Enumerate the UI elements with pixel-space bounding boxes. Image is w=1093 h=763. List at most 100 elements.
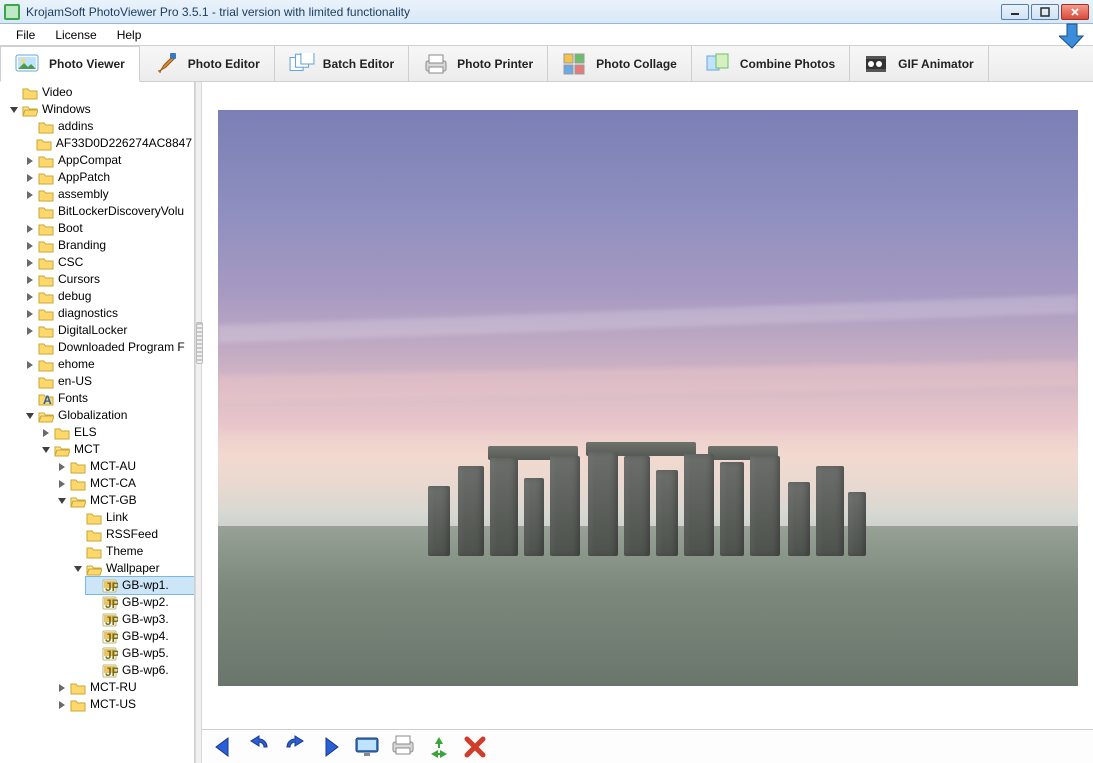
recycle-button[interactable] bbox=[426, 734, 452, 760]
tree-item[interactable]: MCT-RU bbox=[54, 679, 194, 696]
splitter[interactable] bbox=[195, 82, 202, 763]
collapse-icon[interactable] bbox=[40, 444, 52, 456]
tree-item[interactable]: Fonts bbox=[22, 390, 194, 407]
tree-item-mct[interactable]: MCT bbox=[38, 441, 194, 458]
folder-open-icon bbox=[54, 443, 70, 457]
tab-combine-photos[interactable]: Combine Photos bbox=[692, 46, 850, 81]
expand-icon[interactable] bbox=[56, 461, 68, 473]
folder-icon bbox=[70, 477, 86, 491]
maximize-button[interactable] bbox=[1031, 4, 1059, 20]
collapse-icon[interactable] bbox=[24, 410, 36, 422]
folder-icon bbox=[70, 681, 86, 695]
tab-photo-viewer[interactable]: Photo Viewer bbox=[0, 46, 140, 82]
folder-icon bbox=[86, 511, 102, 525]
prev-button[interactable] bbox=[210, 734, 236, 760]
tab-photo-printer[interactable]: Photo Printer bbox=[409, 46, 548, 81]
tab-batch-editor[interactable]: Batch Editor bbox=[275, 46, 409, 81]
folder-icon bbox=[54, 426, 70, 440]
tree-file[interactable]: GB-wp2. bbox=[86, 594, 194, 611]
tree-item[interactable]: AppPatch bbox=[22, 169, 194, 186]
expand-icon[interactable] bbox=[24, 291, 36, 303]
tree-item[interactable]: Downloaded Program F bbox=[22, 339, 194, 356]
tree-file[interactable]: GB-wp4. bbox=[86, 628, 194, 645]
print-button[interactable] bbox=[390, 734, 416, 760]
folder-open-icon bbox=[70, 494, 86, 508]
folder-icon bbox=[38, 358, 54, 372]
tree-item[interactable]: MCT-US bbox=[54, 696, 194, 713]
tree-file[interactable]: GB-wp3. bbox=[86, 611, 194, 628]
expand-icon[interactable] bbox=[24, 325, 36, 337]
tree-item[interactable]: MCT-AU bbox=[54, 458, 194, 475]
tree-item[interactable]: DigitalLocker bbox=[22, 322, 194, 339]
image-viewport[interactable] bbox=[202, 82, 1093, 729]
tree-item[interactable]: MCT-CA bbox=[54, 475, 194, 492]
tree-item-windows[interactable]: Windows bbox=[6, 101, 194, 118]
tree-item[interactable]: addins bbox=[22, 118, 194, 135]
tree-label: GB-wp5. bbox=[120, 645, 169, 662]
jpg-icon bbox=[102, 613, 118, 627]
expand-icon[interactable] bbox=[24, 240, 36, 252]
tree-item[interactable]: RSSFeed bbox=[70, 526, 194, 543]
tree-item-wallpaper[interactable]: Wallpaper bbox=[70, 560, 194, 577]
tab-gif-animator[interactable]: GIF Animator bbox=[850, 46, 989, 81]
tree-item[interactable]: assembly bbox=[22, 186, 194, 203]
tree-item[interactable]: ehome bbox=[22, 356, 194, 373]
delete-button[interactable] bbox=[462, 734, 488, 760]
rotate-right-button[interactable] bbox=[282, 734, 308, 760]
tree-item[interactable]: AF33D0D226274AC8847 bbox=[22, 135, 194, 152]
tree-label: MCT-GB bbox=[88, 492, 137, 509]
tree-item[interactable]: Theme bbox=[70, 543, 194, 560]
collapse-icon[interactable] bbox=[72, 563, 84, 575]
expand-icon[interactable] bbox=[24, 274, 36, 286]
expand-icon[interactable] bbox=[24, 172, 36, 184]
tree-item[interactable]: BitLockerDiscoveryVolu bbox=[22, 203, 194, 220]
tab-photo-collage[interactable]: Photo Collage bbox=[548, 46, 692, 81]
printer-icon bbox=[423, 53, 449, 75]
set-wallpaper-button[interactable] bbox=[354, 734, 380, 760]
collapse-icon[interactable] bbox=[56, 495, 68, 507]
menu-file[interactable]: File bbox=[6, 26, 45, 44]
tree-item[interactable]: Cursors bbox=[22, 271, 194, 288]
tree-item-video[interactable]: Video bbox=[6, 84, 194, 101]
tree-item[interactable]: Link bbox=[70, 509, 194, 526]
expand-icon[interactable] bbox=[24, 155, 36, 167]
tree-file[interactable]: GB-wp6. bbox=[86, 662, 194, 679]
expand-icon[interactable] bbox=[56, 478, 68, 490]
minimize-button[interactable] bbox=[1001, 4, 1029, 20]
rotate-left-button[interactable] bbox=[246, 734, 272, 760]
tab-bar: Photo Viewer Photo Editor Batch Editor P… bbox=[0, 46, 1093, 82]
expand-icon[interactable] bbox=[56, 682, 68, 694]
tree-label: MCT-US bbox=[88, 696, 136, 713]
folder-tree[interactable]: Video Windows addins AF33D0D226274AC8847… bbox=[0, 82, 194, 715]
tree-item[interactable]: ELS bbox=[38, 424, 194, 441]
tab-label: GIF Animator bbox=[898, 57, 974, 71]
expand-icon[interactable] bbox=[40, 427, 52, 439]
expand-icon[interactable] bbox=[24, 359, 36, 371]
expand-icon[interactable] bbox=[24, 308, 36, 320]
expand-icon[interactable] bbox=[24, 257, 36, 269]
expand-icon[interactable] bbox=[56, 699, 68, 711]
tree-item-mctgb[interactable]: MCT-GB bbox=[54, 492, 194, 509]
download-icon[interactable] bbox=[1059, 22, 1085, 53]
tree-file-gbwp1[interactable]: GB-wp1. bbox=[86, 577, 194, 594]
tree-item[interactable]: debug bbox=[22, 288, 194, 305]
tree-item[interactable]: Branding bbox=[22, 237, 194, 254]
tree-item[interactable]: diagnostics bbox=[22, 305, 194, 322]
menu-help[interactable]: Help bbox=[107, 26, 152, 44]
tree-item[interactable]: AppCompat bbox=[22, 152, 194, 169]
tree-file[interactable]: GB-wp5. bbox=[86, 645, 194, 662]
expand-icon[interactable] bbox=[24, 189, 36, 201]
tree-item[interactable]: en-US bbox=[22, 373, 194, 390]
next-button[interactable] bbox=[318, 734, 344, 760]
tree-label: Link bbox=[104, 509, 128, 526]
tree-item[interactable]: Boot bbox=[22, 220, 194, 237]
close-button[interactable] bbox=[1061, 4, 1089, 20]
expand-icon[interactable] bbox=[24, 223, 36, 235]
collapse-icon[interactable] bbox=[8, 104, 20, 116]
tree-item[interactable]: CSC bbox=[22, 254, 194, 271]
menu-license[interactable]: License bbox=[45, 26, 106, 44]
folder-icon bbox=[38, 324, 54, 338]
tree-item-globalization[interactable]: Globalization bbox=[22, 407, 194, 424]
tab-photo-editor[interactable]: Photo Editor bbox=[140, 46, 275, 81]
folder-icon bbox=[38, 273, 54, 287]
